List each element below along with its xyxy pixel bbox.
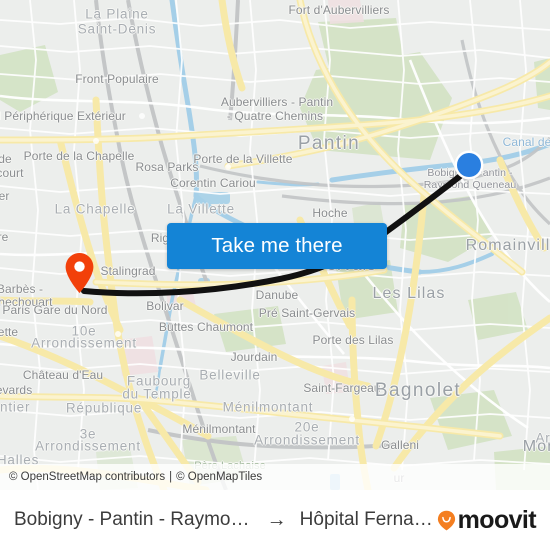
destination-marker[interactable] [64, 252, 95, 294]
moovit-pin-icon [437, 510, 455, 530]
origin-marker[interactable] [457, 153, 481, 177]
trip-destination-label: Hôpital Fernand ... [299, 509, 437, 530]
trip-origin-label: Bobigny - Pantin - Raymond Q... [14, 509, 254, 530]
moovit-wordmark: moovit [457, 505, 537, 534]
trip-arrow-icon: → [266, 509, 287, 531]
attribution-osm[interactable]: © OpenStreetMap contributors [9, 471, 165, 483]
attribution-tiles[interactable]: © OpenMapTiles [176, 471, 262, 483]
attribution-separator: | [169, 471, 173, 483]
moovit-logo[interactable]: moovit [437, 505, 537, 535]
moovit-map-widget: La Plaine Saint-Denis Fort d'Aubervilliers… [0, 0, 550, 550]
map-attribution: © OpenStreetMap contributors | © OpenMap… [0, 464, 550, 490]
map-canvas[interactable]: La Plaine Saint-Denis Fort d'Aubervilliers… [0, 0, 550, 490]
trip-footer: Bobigny - Pantin - Raymond Q... → Hôpita… [0, 490, 550, 550]
take-me-there-button[interactable]: Take me there [167, 223, 387, 269]
